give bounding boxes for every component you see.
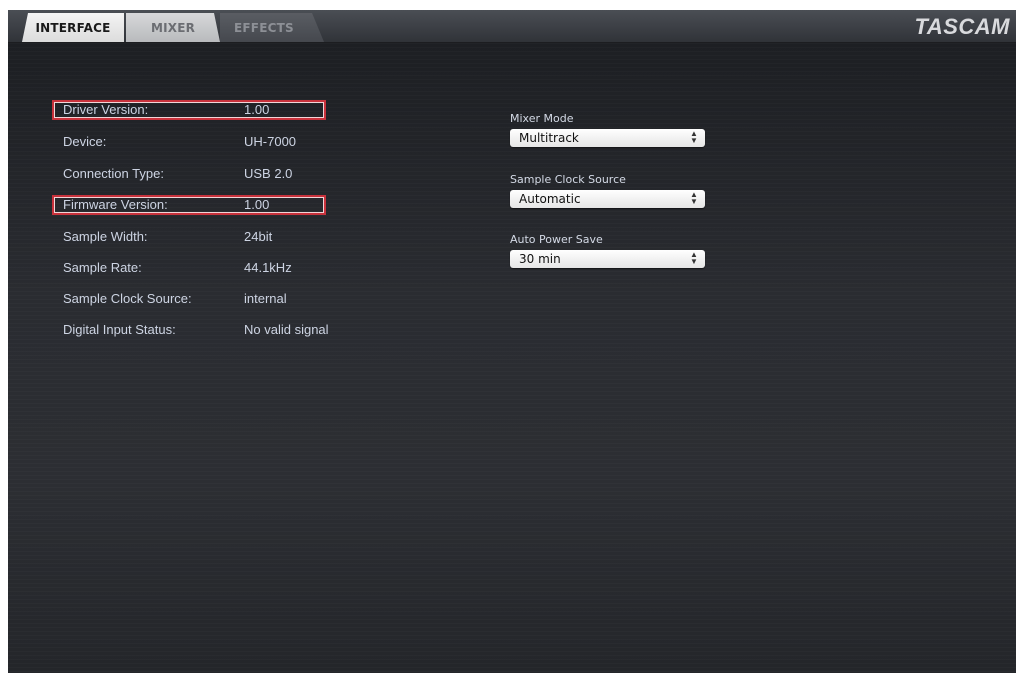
interface-panel: Driver Version: 1.00 Device: UH-7000 Con… <box>8 43 1016 673</box>
info-label: Driver Version: <box>63 102 149 117</box>
tab-mixer[interactable]: MIXER <box>126 13 220 42</box>
auto-power-save-select[interactable]: 30 min ▲ ▼ <box>510 250 705 268</box>
info-value: UH-7000 <box>244 134 297 149</box>
info-value: internal <box>244 291 287 306</box>
info-value: 24bit <box>244 229 273 244</box>
info-value: 44.1kHz <box>244 260 292 275</box>
mixer-mode-label: Mixer Mode <box>510 112 574 125</box>
auto-power-save-label: Auto Power Save <box>510 233 603 246</box>
info-value: 1.00 <box>244 197 270 212</box>
info-value: 1.00 <box>244 102 270 117</box>
info-label: Digital Input Status: <box>63 322 176 337</box>
updown-chevron-icon: ▲ ▼ <box>690 250 698 266</box>
info-label: Sample Clock Source: <box>63 291 192 306</box>
updown-chevron-icon: ▲ ▼ <box>690 129 698 145</box>
sample-clock-source-label: Sample Clock Source <box>510 173 626 186</box>
brand-logo: TASCAM <box>914 14 1010 39</box>
mixer-mode-select[interactable]: Multitrack ▲ ▼ <box>510 129 705 147</box>
info-label: Connection Type: <box>63 166 164 181</box>
sample-clock-source-select[interactable]: Automatic ▲ ▼ <box>510 190 705 208</box>
info-value: No valid signal <box>244 322 329 337</box>
info-label: Sample Rate: <box>63 260 142 275</box>
info-label: Sample Width: <box>63 229 148 244</box>
app-window: INTERFACE MIXER EFFECTS TASCAM Driver Ve… <box>8 10 1016 673</box>
tab-bar: INTERFACE MIXER EFFECTS TASCAM <box>8 10 1016 43</box>
info-value: USB 2.0 <box>244 166 293 181</box>
tab-effects[interactable]: EFFECTS <box>220 13 324 42</box>
auto-power-save-value: 30 min <box>519 252 561 266</box>
sample-clock-source-value: Automatic <box>519 192 581 206</box>
mixer-mode-value: Multitrack <box>519 131 579 145</box>
tab-interface[interactable]: INTERFACE <box>22 13 124 42</box>
info-label: Device: <box>63 134 107 149</box>
updown-chevron-icon: ▲ ▼ <box>690 190 698 206</box>
info-label: Firmware Version: <box>63 197 168 212</box>
